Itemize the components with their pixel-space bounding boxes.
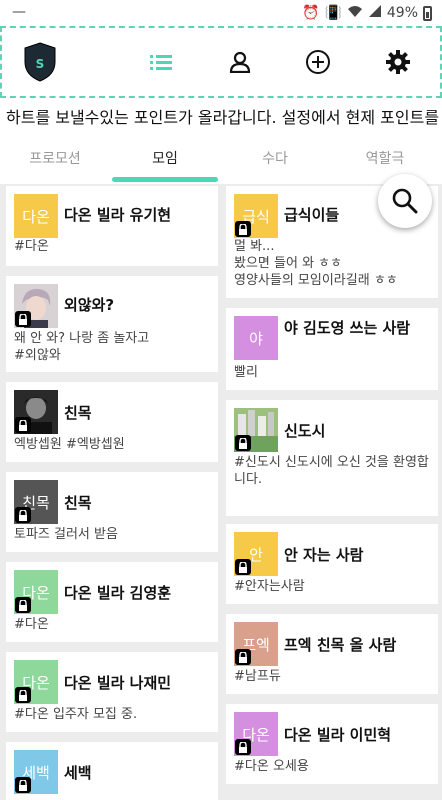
room-card[interactable]: 다온 다온 빌라 나재민 #다온 입주자 모집 중. [6,652,218,732]
status-icons: ⏰ 📳 49% [302,4,432,22]
logo-letter: S [36,57,45,71]
room-title: 프엑 친목 올 사람 [284,636,397,654]
room-thumbnail [14,390,58,434]
room-description: #다온 입주자 모집 중. [14,707,138,722]
search-icon [392,188,418,214]
lock-icon [235,649,251,665]
room-thumbnail [234,408,278,452]
top-toolbar: S [0,26,442,98]
room-description: 엑방셉원 #엑방셉원 [14,437,125,452]
add-circle-icon[interactable] [296,40,340,84]
room-card[interactable]: 친목 친목 토파즈 걸러서 받음 [6,472,218,552]
room-card[interactable]: 다온 다온 빌라 유기현 #다온 [6,186,218,266]
app-logo[interactable]: S [18,40,62,84]
thumbnail-text: 다온 [22,207,50,226]
room-thumbnail: 세백 [14,750,58,794]
room-title: 다온 빌라 김영훈 [64,584,172,602]
battery-icon [423,5,432,21]
thumbnail-text: 야 [249,329,263,348]
lock-icon [235,435,251,451]
tab-roleplay[interactable]: 역할극 [330,132,440,184]
room-title: 다온 빌라 이민혁 [284,726,392,744]
room-description: #다온 [14,239,49,254]
room-card[interactable]: 야 야 김도영 쓰는 사람 빨리 [226,308,438,390]
room-card[interactable]: 다온 다온 빌라 김영훈 #다온 [6,562,218,642]
wifi-icon [347,4,363,22]
room-title: 친목 [64,494,92,512]
room-thumbnail: 다온 [14,570,58,614]
room-description: #남프듀 [234,669,281,684]
room-description: 빨리 [234,365,258,380]
room-title: 다온 빌라 나재민 [64,674,172,692]
notice-ticker: 하트를 보낼수있는 포인트가 올라갑니다. 설정에서 현제 포인트를 [0,98,442,132]
lock-icon [15,777,31,793]
room-card[interactable]: 안 안 자는 사람 #안자는사람 [226,524,438,604]
room-description: 왜 안 와? 나랑 좀 놀자고 #외않와 [14,331,150,363]
status-bar: — ⏰ 📳 49% [0,0,442,26]
room-card[interactable]: 친목 엑방셉원 #엑방셉원 [6,382,218,462]
room-description: #다온 [14,617,49,632]
tab-chat[interactable]: 수다 [220,132,330,184]
room-title: 세백 [64,764,92,782]
room-card[interactable]: 신도시 #신도시 신도시에 오신 것을 환영합니다. [226,400,438,516]
list-icon[interactable] [139,40,183,84]
room-card[interactable]: 다온 다온 빌라 이민혁 #다온 오세용 [226,704,438,784]
room-title: 안 자는 사람 [284,546,364,564]
room-title: 다온 빌라 유기현 [64,206,172,224]
room-card[interactable]: 프엑 프엑 친목 올 사람 #남프듀 [226,614,438,694]
alarm-icon: ⏰ [302,5,320,21]
room-title: 친목 [64,404,92,422]
settings-gear-icon[interactable] [376,40,420,84]
room-title: 야 김도영 쓰는 사람 [284,319,411,337]
room-thumbnail: 다온 [14,660,58,704]
room-description: 토파즈 걸러서 받음 [14,527,118,542]
lock-icon [15,507,31,523]
lock-icon [235,559,251,575]
room-thumbnail: 안 [234,532,278,576]
tab-promotion[interactable]: 프로모션 [0,132,110,184]
room-description: #신도시 신도시에 오신 것을 환영합니다. [234,455,429,487]
room-description: 멀 봐... 봤으면 들어 와 ㅎㅎ 영양사들의 모임이라길래 ㅎㅎ [234,239,398,288]
category-tabs: 프로모션 모임 수다 역할극 [0,132,442,184]
room-thumbnail: 친목 [14,480,58,524]
room-thumbnail: 야 [234,316,278,360]
lock-icon [15,687,31,703]
room-description: #안자는사람 [234,579,305,594]
room-description: #다온 오세용 [234,759,309,774]
profile-icon[interactable] [218,40,262,84]
room-thumbnail [14,284,58,328]
room-thumbnail: 다온 [14,194,58,238]
room-thumbnail: 다온 [234,712,278,756]
lock-icon [15,311,31,327]
room-card[interactable]: 세백 세백 [6,742,218,800]
search-button[interactable] [378,174,432,228]
ticker-text: 하트를 보낼수있는 포인트가 올라갑니다. 설정에서 현제 포인트를 [6,108,440,127]
lock-icon [235,221,251,237]
tab-indicator [112,177,218,182]
vibrate-icon: 📳 [324,5,342,21]
room-thumbnail: 프엑 [234,622,278,666]
room-title: 외않와? [64,296,115,314]
notification-indicator: — [12,4,26,20]
lock-icon [235,739,251,755]
room-card[interactable]: 외않와? 왜 안 와? 나랑 좀 놀자고 #외않와 [6,276,218,372]
lock-icon [15,597,31,613]
signal-icon [368,4,382,22]
room-thumbnail: 급식 [234,194,278,238]
lock-icon [15,417,31,433]
battery-percent: 49% [386,5,418,21]
room-title: 신도시 [284,422,326,440]
